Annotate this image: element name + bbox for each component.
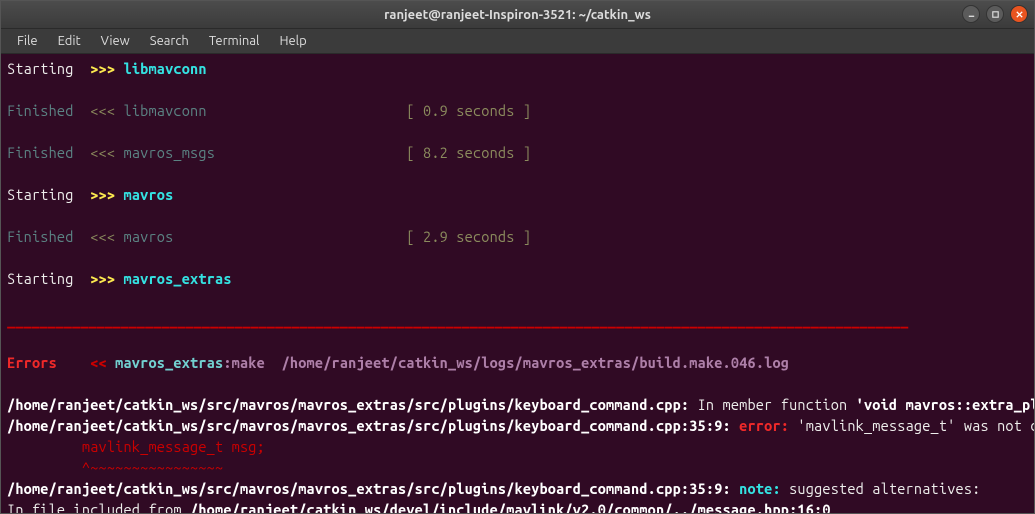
close-button[interactable] xyxy=(1010,5,1028,23)
compiler-caret: ^~~~~~~~~~~~~~~~~ xyxy=(7,459,223,476)
maximize-button[interactable] xyxy=(986,5,1004,23)
menu-edit[interactable]: Edit xyxy=(50,31,89,51)
compiler-codeline: mavlink_message_t msg; xyxy=(7,438,265,455)
separator-line: ________________________________________… xyxy=(7,310,1028,331)
build-line: Finished <<< mavros [ 2.9 seconds ] xyxy=(7,228,531,245)
menu-file[interactable]: File xyxy=(9,31,46,51)
menu-search[interactable]: Search xyxy=(142,31,197,51)
terminal-window: ranjeet@ranjeet-Inspiron-3521: ~/catkin_… xyxy=(0,0,1035,514)
compiler-line: /home/ranjeet/catkin_ws/src/mavros/mavro… xyxy=(7,396,1034,413)
title-bar: ranjeet@ranjeet-Inspiron-3521: ~/catkin_… xyxy=(1,1,1034,29)
build-line: Finished <<< mavros_msgs [ 8.2 seconds ] xyxy=(7,144,531,161)
menu-bar: File Edit View Search Terminal Help xyxy=(1,29,1034,54)
menu-view[interactable]: View xyxy=(93,31,138,51)
menu-terminal[interactable]: Terminal xyxy=(201,31,268,51)
minimize-button[interactable] xyxy=(962,5,980,23)
build-line: Starting >>> libmavconn xyxy=(7,60,207,77)
window-title: ranjeet@ranjeet-Inspiron-3521: ~/catkin_… xyxy=(384,8,651,22)
menu-help[interactable]: Help xyxy=(271,31,314,51)
terminal-output[interactable]: Starting >>> libmavconn Finished <<< lib… xyxy=(1,54,1034,513)
window-controls xyxy=(962,5,1028,23)
errors-header: Errors << mavros_extras:make /home/ranje… xyxy=(7,354,789,371)
compiler-line: /home/ranjeet/catkin_ws/src/mavros/mavro… xyxy=(7,417,1034,434)
build-line: Starting >>> mavros xyxy=(7,186,173,203)
build-line: Finished <<< libmavconn [ 0.9 seconds ] xyxy=(7,102,531,119)
compiler-line: In file included from /home/ranjeet/catk… xyxy=(7,501,839,513)
build-line: Starting >>> mavros_extras xyxy=(7,270,232,287)
compiler-line: /home/ranjeet/catkin_ws/src/mavros/mavro… xyxy=(7,480,980,497)
